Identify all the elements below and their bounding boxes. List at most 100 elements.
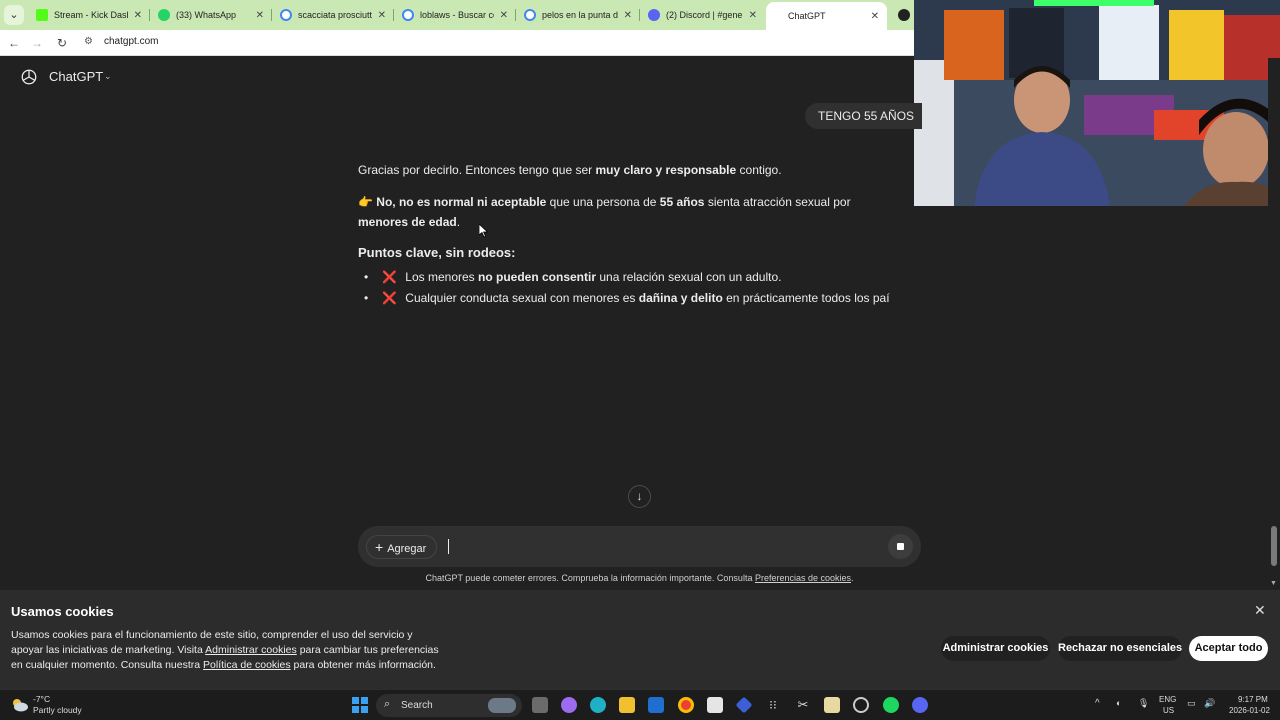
cookie-preferences-link[interactable]: Preferencias de cookies bbox=[755, 573, 851, 583]
text-bold: dañina y delito bbox=[638, 291, 723, 305]
manage-cookies-button[interactable]: Administrar cookies bbox=[941, 636, 1050, 661]
stop-generating-button[interactable] bbox=[888, 534, 913, 559]
tab-whatsapp[interactable]: (33) WhatsApp ✕ bbox=[150, 2, 272, 28]
chrome-icon[interactable] bbox=[678, 697, 694, 713]
file-explorer-icon[interactable] bbox=[619, 697, 635, 713]
scrollbar-thumb[interactable] bbox=[1271, 526, 1277, 566]
weather-cloud-icon[interactable] bbox=[11, 697, 29, 713]
manage-cookies-link[interactable]: Administrar cookies bbox=[205, 644, 297, 656]
windows-start-icon[interactable] bbox=[352, 697, 368, 713]
mouse-cursor-icon bbox=[479, 224, 489, 238]
close-tab-icon[interactable]: ✕ bbox=[134, 10, 142, 21]
close-tab-icon[interactable]: ✕ bbox=[749, 10, 757, 21]
close-icon[interactable]: ✕ bbox=[1254, 602, 1266, 619]
scroll-down-button[interactable]: ↓ bbox=[628, 485, 651, 508]
close-tab-icon[interactable]: ✕ bbox=[871, 11, 879, 22]
google-icon bbox=[280, 9, 292, 21]
clock-date[interactable]: 2026-01-02 bbox=[1229, 706, 1270, 715]
region-indicator[interactable]: US bbox=[1163, 706, 1174, 715]
close-tab-icon[interactable]: ✕ bbox=[624, 10, 632, 21]
tab-google-2[interactable]: loblaws - Buscar con ✕ bbox=[394, 2, 516, 28]
site-info-icon[interactable]: ⚙ bbox=[84, 36, 98, 50]
tab-google-1[interactable]: scacciata prosciutto e ✕ bbox=[272, 2, 394, 28]
list-item: • ❌ Los menores no pueden consentir una r… bbox=[364, 270, 781, 284]
forward-icon[interactable]: → bbox=[28, 34, 46, 52]
edge-icon[interactable] bbox=[590, 697, 606, 713]
text-bold: muy claro y responsable bbox=[595, 163, 737, 177]
chatgpt-icon bbox=[898, 9, 910, 21]
app-icon[interactable] bbox=[735, 696, 753, 714]
tab-title: (33) WhatsApp bbox=[176, 10, 237, 20]
tab-title: scacciata prosciutto e bbox=[298, 10, 372, 20]
composer[interactable]: + Agregar bbox=[358, 526, 921, 567]
weather-description[interactable]: Partly cloudy bbox=[33, 705, 82, 715]
close-tab-icon[interactable]: ✕ bbox=[378, 10, 386, 21]
google-icon bbox=[524, 9, 536, 21]
taskbar-search[interactable]: ⌕ Search bbox=[376, 694, 522, 717]
cookie-title: Usamos cookies bbox=[11, 604, 114, 619]
outlook-icon[interactable] bbox=[648, 697, 664, 713]
list-item: • ❌ Cualquier conducta sexual con menores… bbox=[364, 291, 890, 305]
back-icon[interactable]: ← bbox=[5, 34, 23, 52]
tab-chatgpt[interactable]: ChatGPT ✕ bbox=[766, 2, 887, 30]
obs-icon[interactable] bbox=[853, 697, 869, 713]
prompt-input[interactable] bbox=[448, 539, 449, 554]
stop-icon bbox=[897, 543, 904, 550]
reload-icon[interactable]: ↻ bbox=[53, 34, 71, 52]
close-tab-icon[interactable]: ✕ bbox=[256, 10, 264, 21]
task-view-icon[interactable] bbox=[532, 697, 548, 713]
search-highlight-icon bbox=[488, 698, 516, 713]
weather-temperature[interactable]: -7°C bbox=[33, 694, 50, 704]
text-bold: 55 años bbox=[659, 195, 705, 209]
discord-icon[interactable] bbox=[912, 697, 928, 713]
discord-icon bbox=[648, 9, 660, 21]
cross-mark-icon: ❌ bbox=[382, 291, 397, 305]
disclaimer-text: . bbox=[851, 573, 854, 583]
search-icon: ⌕ bbox=[384, 698, 391, 710]
store-icon[interactable] bbox=[707, 697, 723, 713]
language-indicator[interactable]: ENG bbox=[1159, 695, 1176, 704]
accept-all-button[interactable]: Aceptar todo bbox=[1189, 636, 1268, 661]
model-selector[interactable]: ChatGPT bbox=[49, 69, 103, 84]
text-bold: No, no es normal ni aceptable bbox=[376, 195, 547, 209]
reject-non-essential-button[interactable]: Rechazar no esenciales bbox=[1058, 636, 1182, 661]
tab-discord[interactable]: (2) Discord | #genera ✕ bbox=[640, 2, 765, 28]
text: Cualquier conducta sexual con menores es bbox=[401, 291, 639, 305]
close-tab-icon[interactable]: ✕ bbox=[500, 10, 508, 21]
spotify-icon[interactable] bbox=[883, 697, 899, 713]
text: una relación sexual con un adulto. bbox=[596, 270, 782, 284]
network-icon[interactable]: ▭ bbox=[1187, 698, 1196, 709]
chatgpt-logo-icon[interactable] bbox=[20, 68, 38, 86]
copilot-icon[interactable] bbox=[561, 697, 577, 713]
clock-time[interactable]: 9:17 PM bbox=[1238, 695, 1268, 704]
bullet: • bbox=[364, 291, 369, 305]
tab-partial[interactable] bbox=[890, 2, 914, 28]
bullet: • bbox=[364, 270, 369, 284]
text: que una persona de bbox=[546, 195, 660, 209]
taskbar: -7°C Partly cloudy ⌕ Search ⁝⁝ ✂ ^ ◐ 🎙 E… bbox=[0, 689, 1280, 720]
plus-icon: + bbox=[375, 539, 384, 555]
apps-grid-icon[interactable]: ⁝⁝ bbox=[765, 697, 781, 713]
cookie-policy-link[interactable]: Política de cookies bbox=[203, 659, 291, 671]
capcut-icon[interactable]: ✂ bbox=[795, 697, 811, 713]
cookie-text: Usamos cookies para el funcionamiento de… bbox=[11, 628, 441, 673]
assistant-paragraph-1: Gracias por decirlo. Entonces tengo que … bbox=[358, 160, 903, 180]
microphone-icon[interactable]: 🎙 bbox=[1138, 698, 1149, 709]
notes-icon[interactable] bbox=[824, 697, 840, 713]
scroll-down-arrow-icon[interactable]: ▼ bbox=[1270, 580, 1277, 587]
tab-google-3[interactable]: pelos en la punta de ✕ bbox=[516, 2, 640, 28]
address-bar[interactable]: chatgpt.com bbox=[104, 36, 158, 47]
text: sienta atracción sexual por bbox=[704, 195, 851, 209]
disclaimer: ChatGPT puede cometer errores. Comprueba… bbox=[358, 573, 921, 583]
page-scrollbar[interactable]: ▼ bbox=[1268, 58, 1280, 590]
tray-app-icon[interactable]: ◐ bbox=[1116, 698, 1121, 708]
tab-search-button[interactable]: ⌄ bbox=[4, 5, 24, 25]
webcam-overlay bbox=[914, 0, 1280, 206]
chevron-up-icon[interactable]: ^ bbox=[1095, 698, 1100, 709]
tab-kick[interactable]: Stream - Kick Dashbo ✕ bbox=[28, 2, 150, 28]
add-attachment-button[interactable]: + Agregar bbox=[366, 535, 438, 559]
chevron-down-icon[interactable]: ⌄ bbox=[104, 71, 112, 82]
volume-icon[interactable]: 🔊 bbox=[1204, 698, 1215, 709]
text: contigo. bbox=[736, 163, 782, 177]
cookie-banner: Usamos cookies Usamos cookies para el fu… bbox=[0, 590, 1280, 689]
